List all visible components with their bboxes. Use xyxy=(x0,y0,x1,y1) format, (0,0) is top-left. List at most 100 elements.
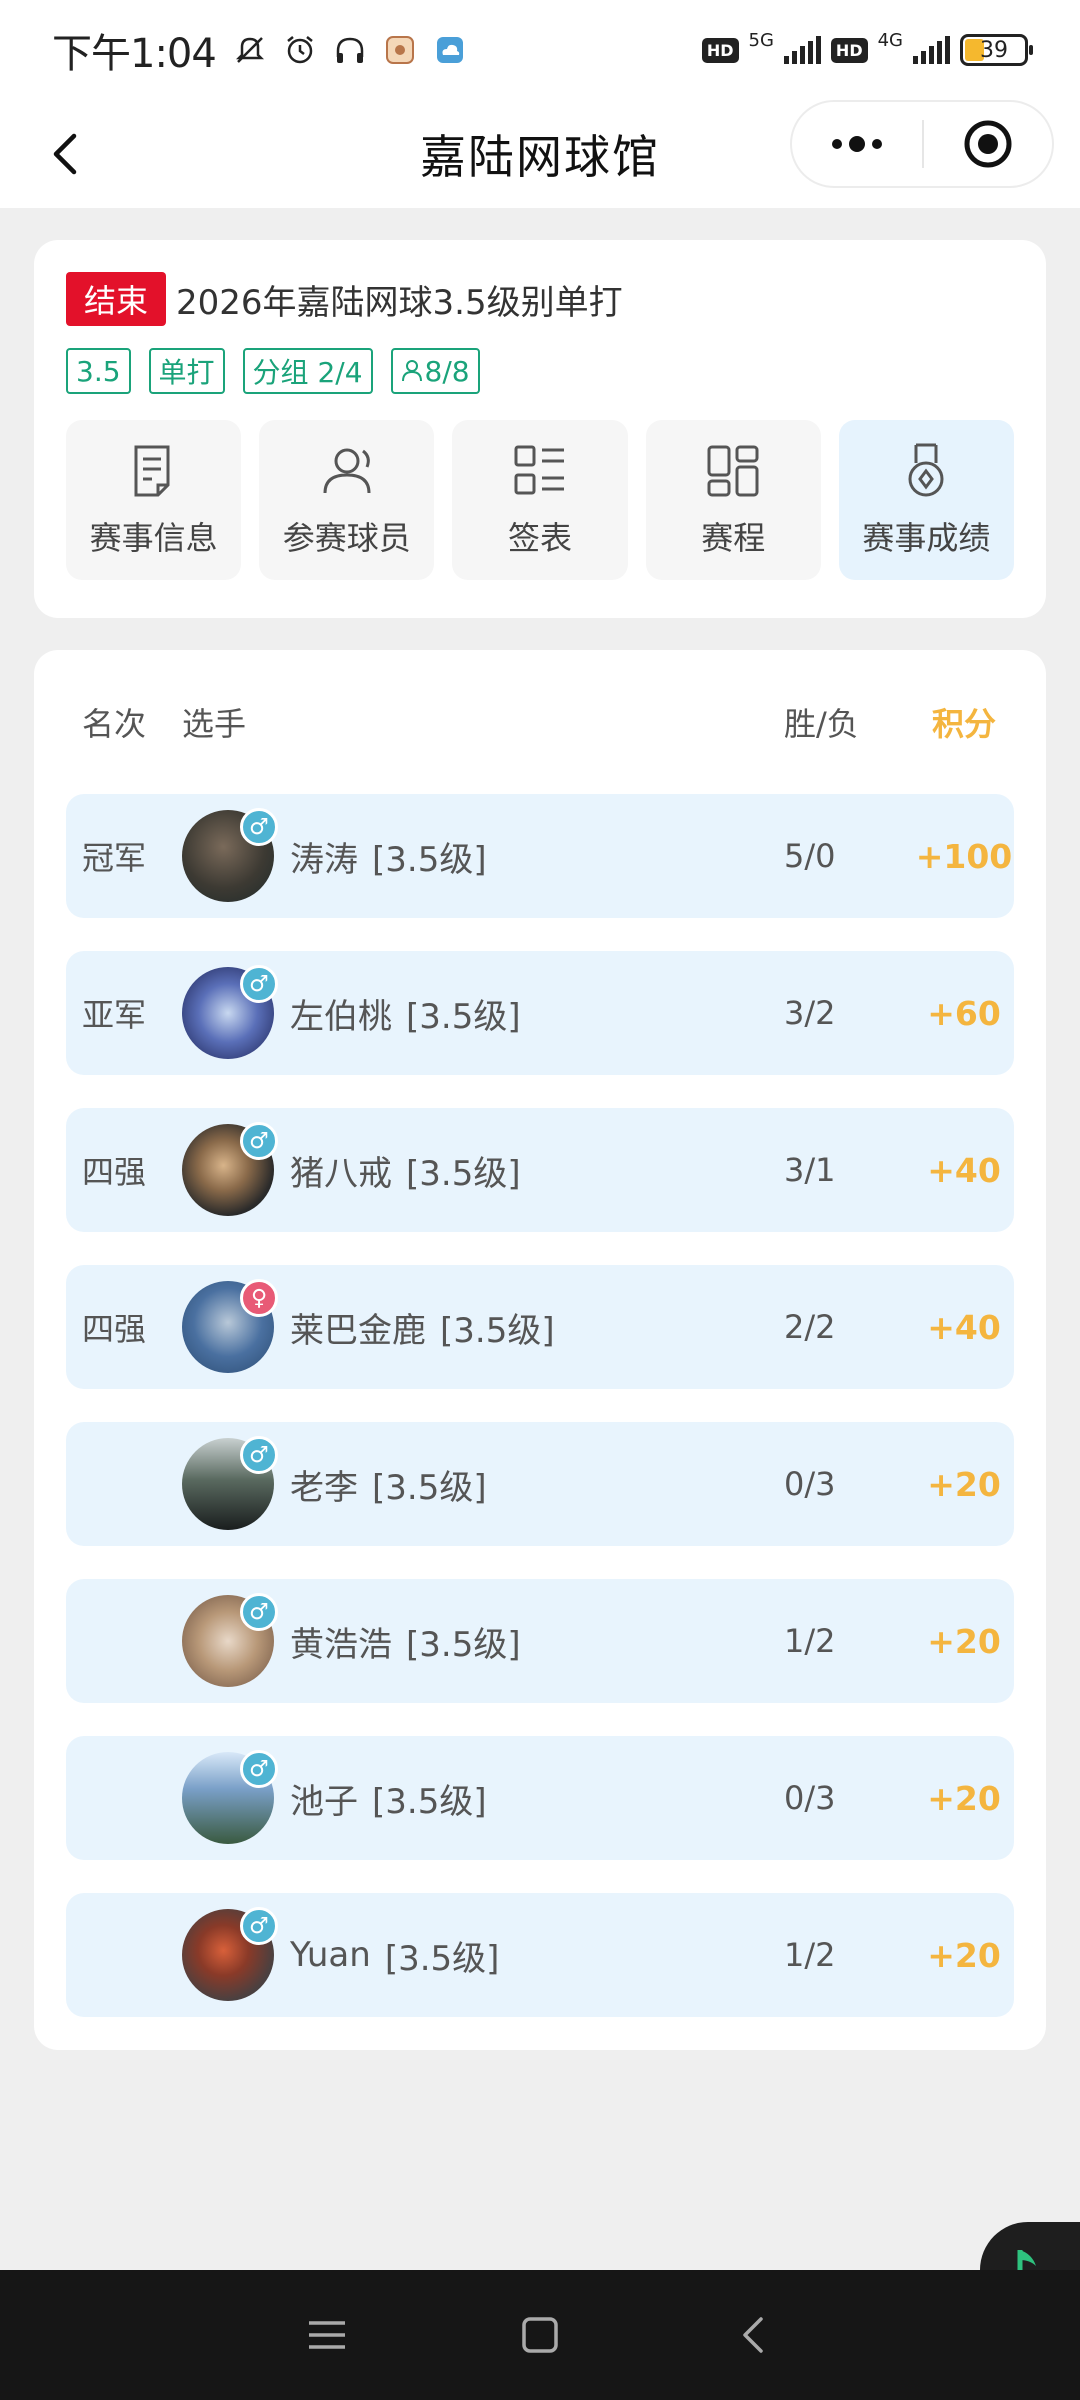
status-icons-right: HD 5G HD 4G 39 xyxy=(701,30,1033,66)
result-row[interactable]: ♂ 黄浩浩 [3.5级] 1/2 +20 xyxy=(66,1579,1014,1703)
user-icon xyxy=(323,448,371,494)
player-cell: ♂ 涛涛 [3.5级] xyxy=(182,808,784,902)
player-name: 池子 xyxy=(290,1781,358,1822)
header-player: 选手 xyxy=(182,705,247,743)
avatar[interactable]: ♂ xyxy=(182,808,278,902)
result-row[interactable]: 四强 ♀ 莱巴金鹿 [3.5级] 2/2 +40 xyxy=(66,1265,1014,1389)
player-cell: ♂ 老李 [3.5级] xyxy=(182,1436,784,1530)
player-cell: ♀ 莱巴金鹿 [3.5级] xyxy=(182,1279,784,1373)
player-level: [3.5级] xyxy=(406,996,521,1037)
avatar[interactable]: ♂ xyxy=(182,1122,278,1216)
win-loss: 0/3 xyxy=(784,1465,836,1503)
points: +20 xyxy=(927,1464,1001,1504)
schedule-grid-icon xyxy=(707,445,759,497)
chevron-left-icon[interactable] xyxy=(36,124,96,184)
signal-icon xyxy=(783,36,821,64)
system-nav-bar xyxy=(0,2270,1080,2400)
more-dots-icon[interactable] xyxy=(792,102,922,186)
avatar[interactable]: ♂ xyxy=(182,1436,278,1530)
menu-label: 赛事信息 xyxy=(89,519,218,557)
player-cell: ♂ 池子 [3.5级] xyxy=(182,1750,784,1844)
result-row[interactable]: ♂ 老李 [3.5级] 0/3 +20 xyxy=(66,1422,1014,1546)
player-level: [3.5级] xyxy=(372,1467,487,1508)
player-level: [3.5级] xyxy=(372,1781,487,1822)
event-menu: 赛事信息 参赛球员 签表 赛程 赛事成绩 xyxy=(66,420,1015,580)
menu-players[interactable]: 参赛球员 xyxy=(259,420,435,580)
results-card: 名次 选手 胜/负 积分 冠军 ♂ 涛涛 [3.5级] 5/0 +100 亚军 … xyxy=(34,650,1046,2050)
result-row[interactable]: ♂ 池子 [3.5级] 0/3 +20 xyxy=(66,1736,1014,1860)
points: +20 xyxy=(927,1778,1001,1818)
tag-players: 8/8 xyxy=(390,348,480,394)
male-icon: ♂ xyxy=(240,1750,278,1788)
win-loss: 1/2 xyxy=(784,1936,836,1974)
signal-icon-2 xyxy=(913,36,950,64)
menu-schedule[interactable]: 赛程 xyxy=(645,420,821,580)
player-name: 猪八戒 xyxy=(290,1153,392,1194)
menu-event-info[interactable]: 赛事信息 xyxy=(66,420,242,580)
male-icon: ♂ xyxy=(240,965,278,1003)
points: +20 xyxy=(927,1621,1001,1661)
cloud-icon xyxy=(432,32,468,68)
rank-label: 亚军 xyxy=(82,996,147,1034)
result-row[interactable]: 亚军 ♂ 左伯桃 [3.5级] 3/2 +60 xyxy=(66,951,1014,1075)
battery-icon: 39 xyxy=(960,34,1033,66)
player-level: [3.5级] xyxy=(384,1938,500,1979)
player-level: [3.5级] xyxy=(406,1153,521,1194)
female-icon: ♀ xyxy=(240,1279,278,1317)
menu-label: 签表 xyxy=(508,519,573,557)
player-name: 涛涛 xyxy=(290,839,358,880)
tag-players-count: 8/8 xyxy=(424,354,470,388)
avatar[interactable]: ♂ xyxy=(182,1593,278,1687)
status-bar: 下午1:04 HD 5G HD 4G 39 xyxy=(0,0,1080,100)
app-icon xyxy=(382,32,418,68)
mini-program-capsule xyxy=(790,100,1054,188)
hd-badge-2: HD xyxy=(830,37,868,63)
tag-group: 分组 2/4 xyxy=(242,348,373,394)
result-row[interactable]: ♂ Yuan [3.5级] 1/2 +20 xyxy=(66,1893,1014,2017)
win-loss: 3/2 xyxy=(784,994,836,1032)
rank-label: 冠军 xyxy=(82,839,147,877)
points: +20 xyxy=(927,1935,1001,1975)
mute-icon xyxy=(232,32,268,68)
rank-label: 四强 xyxy=(82,1153,147,1191)
header-points: 积分 xyxy=(931,705,996,743)
player-name: 老李 xyxy=(290,1467,358,1508)
medal-icon xyxy=(908,443,944,497)
male-icon: ♂ xyxy=(240,1907,278,1945)
hd-badge: HD xyxy=(701,37,739,63)
win-loss: 5/0 xyxy=(784,837,836,875)
back-icon[interactable] xyxy=(723,2305,783,2365)
player-cell: ♂ Yuan [3.5级] xyxy=(182,1907,784,2001)
user-icon xyxy=(401,360,422,382)
male-icon: ♂ xyxy=(240,1436,278,1474)
player-level: [3.5级] xyxy=(406,1624,521,1665)
home-icon[interactable] xyxy=(510,2305,570,2365)
avatar[interactable]: ♂ xyxy=(182,1907,278,2001)
event-status-badge: 结束 xyxy=(66,272,167,326)
player-name: Yuan xyxy=(290,1935,371,1975)
event-title: 2026年嘉陆网球3.5级别单打 xyxy=(176,282,623,323)
menu-icon[interactable] xyxy=(297,2305,357,2365)
player-cell: ♂ 左伯桃 [3.5级] xyxy=(182,965,784,1059)
record-target-icon[interactable] xyxy=(924,102,1052,186)
avatar[interactable]: ♂ xyxy=(182,965,278,1059)
player-cell: ♂ 猪八戒 [3.5级] xyxy=(182,1122,784,1216)
result-row[interactable]: 冠军 ♂ 涛涛 [3.5级] 5/0 +100 xyxy=(66,794,1014,918)
status-icons-left xyxy=(232,32,468,68)
menu-label: 赛事成绩 xyxy=(862,519,991,557)
menu-results[interactable]: 赛事成绩 xyxy=(838,420,1015,580)
status-time: 下午1:04 xyxy=(52,31,217,77)
win-loss: 1/2 xyxy=(784,1622,836,1660)
male-icon: ♂ xyxy=(240,808,278,846)
avatar[interactable]: ♂ xyxy=(182,1750,278,1844)
page-title: 嘉陆网球馆 xyxy=(420,130,660,184)
points: +40 xyxy=(927,1307,1001,1347)
event-tags: 3.5 单打 分组 2/4 8/8 xyxy=(66,348,1014,394)
result-row[interactable]: 四强 ♂ 猪八戒 [3.5级] 3/1 +40 xyxy=(66,1108,1014,1232)
alarm-icon xyxy=(282,32,318,68)
avatar[interactable]: ♀ xyxy=(182,1279,278,1373)
menu-label: 参赛球员 xyxy=(282,519,411,557)
menu-draw[interactable]: 签表 xyxy=(452,420,628,580)
network-5g: 5G xyxy=(748,29,774,51)
points: +60 xyxy=(927,993,1001,1033)
